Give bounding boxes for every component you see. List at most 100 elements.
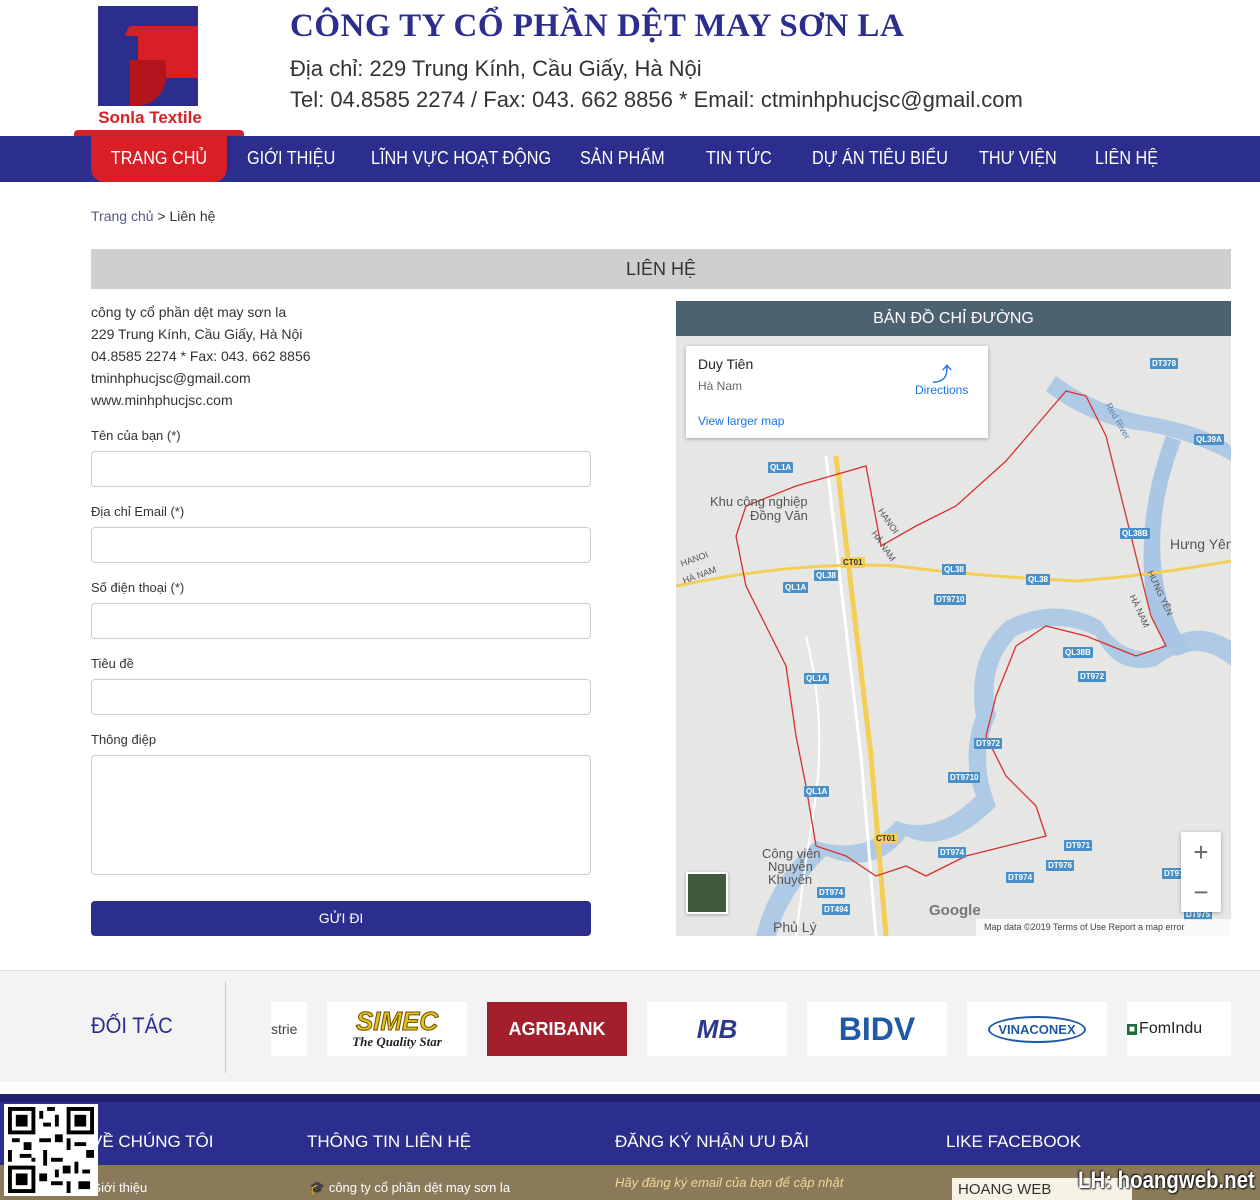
map-label-kcn: Khu công nghiệp <box>710 494 808 509</box>
road-shield: DT378 <box>1150 358 1179 369</box>
logo-mark <box>98 6 198 106</box>
road-shield: CT01 <box>841 557 865 568</box>
name-label: Tên của bạn (*) <box>91 428 181 443</box>
mb-wordmark: MB <box>696 1013 738 1044</box>
map-info-card: Duy Tiên Hà Nam View larger map ⤴ Direct… <box>686 346 988 438</box>
road-shield: DT9710 <box>948 772 981 783</box>
qr-code-icon <box>8 1107 94 1193</box>
nav-item-projects[interactable]: DỰ ÁN TIÊU BIỂU <box>812 136 948 182</box>
satellite-toggle[interactable] <box>686 872 728 914</box>
nav-item-library[interactable]: THƯ VIỆN <box>979 136 1057 182</box>
contact-info: công ty cổ phần dệt may sơn la 229 Trung… <box>91 301 311 411</box>
site-header: Sonla Textile CÔNG TY CỔ PHẦN DỆT MAY SƠ… <box>0 0 1260 138</box>
breadcrumb: Trang chủ > Liên hệ <box>91 208 215 224</box>
road-shield: DT976 <box>1046 860 1075 871</box>
map-label-dong-van: Đồng Văn <box>750 508 808 523</box>
footer-contact-company: 🎓 công ty cổ phần dệt may sơn la <box>309 1180 510 1196</box>
fomi-wordmark: FomIndu <box>1139 1020 1203 1037</box>
map-attribution[interactable]: Map data ©2019 Terms of Use Report a map… <box>976 919 1231 936</box>
road-shield: QL38B <box>1063 647 1093 658</box>
road-shield: DT494 <box>822 904 851 915</box>
directions-link[interactable]: Directions <box>915 383 968 397</box>
qr-code <box>4 1104 98 1196</box>
nav-item-contact[interactable]: LIÊN HỆ <box>1095 136 1158 182</box>
simec-tagline: The Quality Star <box>352 1034 442 1049</box>
info-phone: 04.8585 2274 * Fax: 043. 662 8856 <box>91 348 311 364</box>
subject-input[interactable] <box>91 679 591 715</box>
road-shield: QL1A <box>804 673 830 684</box>
map-label-phu-ly: Phủ Lý <box>773 919 817 935</box>
message-label: Thông điệp <box>91 732 157 747</box>
company-name: CÔNG TY CỔ PHẦN DỆT MAY SƠN LA <box>290 8 905 44</box>
message-textarea[interactable] <box>91 755 591 875</box>
partner-logo-simec[interactable]: SIMEC The Quality Star <box>327 1002 467 1056</box>
phone-input[interactable] <box>91 603 591 639</box>
road-shield: DT974 <box>1006 872 1035 883</box>
watermark: LH: hoangweb.net <box>1078 1167 1255 1194</box>
email-label: Địa chỉ Email (*) <box>91 504 185 519</box>
footer-facebook-title: LIKE FACEBOOK <box>946 1132 1082 1151</box>
road-shield: QL1A <box>783 582 809 593</box>
road-shield: QL38 <box>814 570 839 581</box>
agribank-wordmark: AGRIBANK <box>508 1018 606 1039</box>
road-shield: QL38 <box>1026 574 1051 585</box>
road-shield: DT972 <box>1078 671 1107 682</box>
footer-contact-company-text: công ty cổ phần dệt may sơn la <box>328 1180 511 1195</box>
zoom-out-button[interactable]: − <box>1181 872 1221 912</box>
road-shield: DT971 <box>1064 840 1093 851</box>
zoom-control: + − <box>1181 832 1221 912</box>
road-shield: DT974 <box>817 887 846 898</box>
map-place-region: Hà Nam <box>698 379 743 393</box>
footer-about-link[interactable]: Giới thiệu <box>91 1180 147 1195</box>
name-input[interactable] <box>91 451 591 487</box>
partners-section: ĐỐI TÁC strie SIMEC The Quality Star AGR… <box>0 970 1260 1082</box>
road-shield: QL39A <box>1194 434 1224 445</box>
info-company: công ty cổ phần dệt may sơn la <box>91 304 287 320</box>
info-website: www.minhphucjsc.com <box>91 392 233 408</box>
footer-subscribe-title: ĐĂNG KÝ NHẬN ƯU ĐÃI <box>615 1132 809 1151</box>
partner-logo-agribank[interactable]: AGRIBANK <box>487 1002 627 1056</box>
google-map[interactable]: Khu công nghiệp Đồng Văn Hưng Yên Công v… <box>676 336 1231 936</box>
bidv-wordmark: BIDV <box>838 1010 916 1047</box>
map-label-khuyen: Khuyến <box>768 872 813 887</box>
road-shield: DT9710 <box>934 594 967 605</box>
site-logo[interactable]: Sonla Textile <box>70 4 248 138</box>
road-shield: QL38B <box>1120 528 1150 539</box>
footer-contact-title: THÔNG TIN LIÊN HỆ <box>307 1132 472 1151</box>
graduation-cap-icon: 🎓 <box>309 1180 329 1195</box>
submit-button[interactable]: GỬI ĐI <box>91 901 591 936</box>
breadcrumb-home[interactable]: Trang chủ <box>91 208 154 224</box>
email-input[interactable] <box>91 527 591 563</box>
road-shield: QL1A <box>804 786 830 797</box>
company-address: Địa chỉ: 229 Trung Kính, Cầu Giấy, Hà Nộ… <box>290 56 702 81</box>
nav-item-home[interactable]: TRANG CHỦ <box>91 136 227 182</box>
info-email: tminhphucjsc@gmail.com <box>91 370 251 386</box>
view-larger-map-link[interactable]: View larger map <box>698 414 784 428</box>
partners-divider <box>225 981 226 1073</box>
page-title: LIÊN HỆ <box>91 249 1231 289</box>
road-shield: QL1A <box>768 462 794 473</box>
road-shield: QL38 <box>942 564 967 575</box>
road-shield: DT972 <box>974 738 1003 749</box>
footer-subscribe-text: Hãy đăng ký email của bạn để cập nhật <box>615 1175 844 1190</box>
partner-logo-vinaconex[interactable]: VINACONEX <box>967 1002 1107 1056</box>
footer-about-title: VỀ CHÚNG TÔI <box>91 1132 214 1151</box>
road-shield: CT01 <box>874 833 898 844</box>
nav-item-news[interactable]: TIN TỨC <box>706 136 772 182</box>
partner-logo-bidv[interactable]: BIDV <box>807 1002 947 1056</box>
nav-item-about[interactable]: GIỚI THIỆU <box>247 136 335 182</box>
breadcrumb-current: Liên hệ <box>169 208 216 224</box>
nav-item-fields[interactable]: LĨNH VỰC HOẠT ĐỘNG <box>371 136 551 182</box>
info-address: 229 Trung Kính, Cầu Giấy, Hà Nội <box>91 326 303 342</box>
partner-logo-fomi[interactable]: ■ FomIndu <box>1127 1002 1231 1056</box>
map-title: BẢN ĐỒ CHỈ ĐƯỜNG <box>676 301 1231 336</box>
partner-logo-mb[interactable]: MB <box>647 1002 787 1056</box>
road-shield: DT974 <box>938 847 967 858</box>
zoom-in-button[interactable]: + <box>1181 832 1221 872</box>
vinaconex-wordmark: VINACONEX <box>988 1015 1086 1043</box>
logo-text: Sonla Textile <box>98 108 202 127</box>
nav-item-products[interactable]: SẢN PHẨM <box>580 136 665 182</box>
partners-title: ĐỐI TÁC <box>91 1013 173 1038</box>
partner-logo-cut[interactable]: strie <box>271 1002 307 1056</box>
phone-label: Số điện thoại (*) <box>91 580 185 595</box>
